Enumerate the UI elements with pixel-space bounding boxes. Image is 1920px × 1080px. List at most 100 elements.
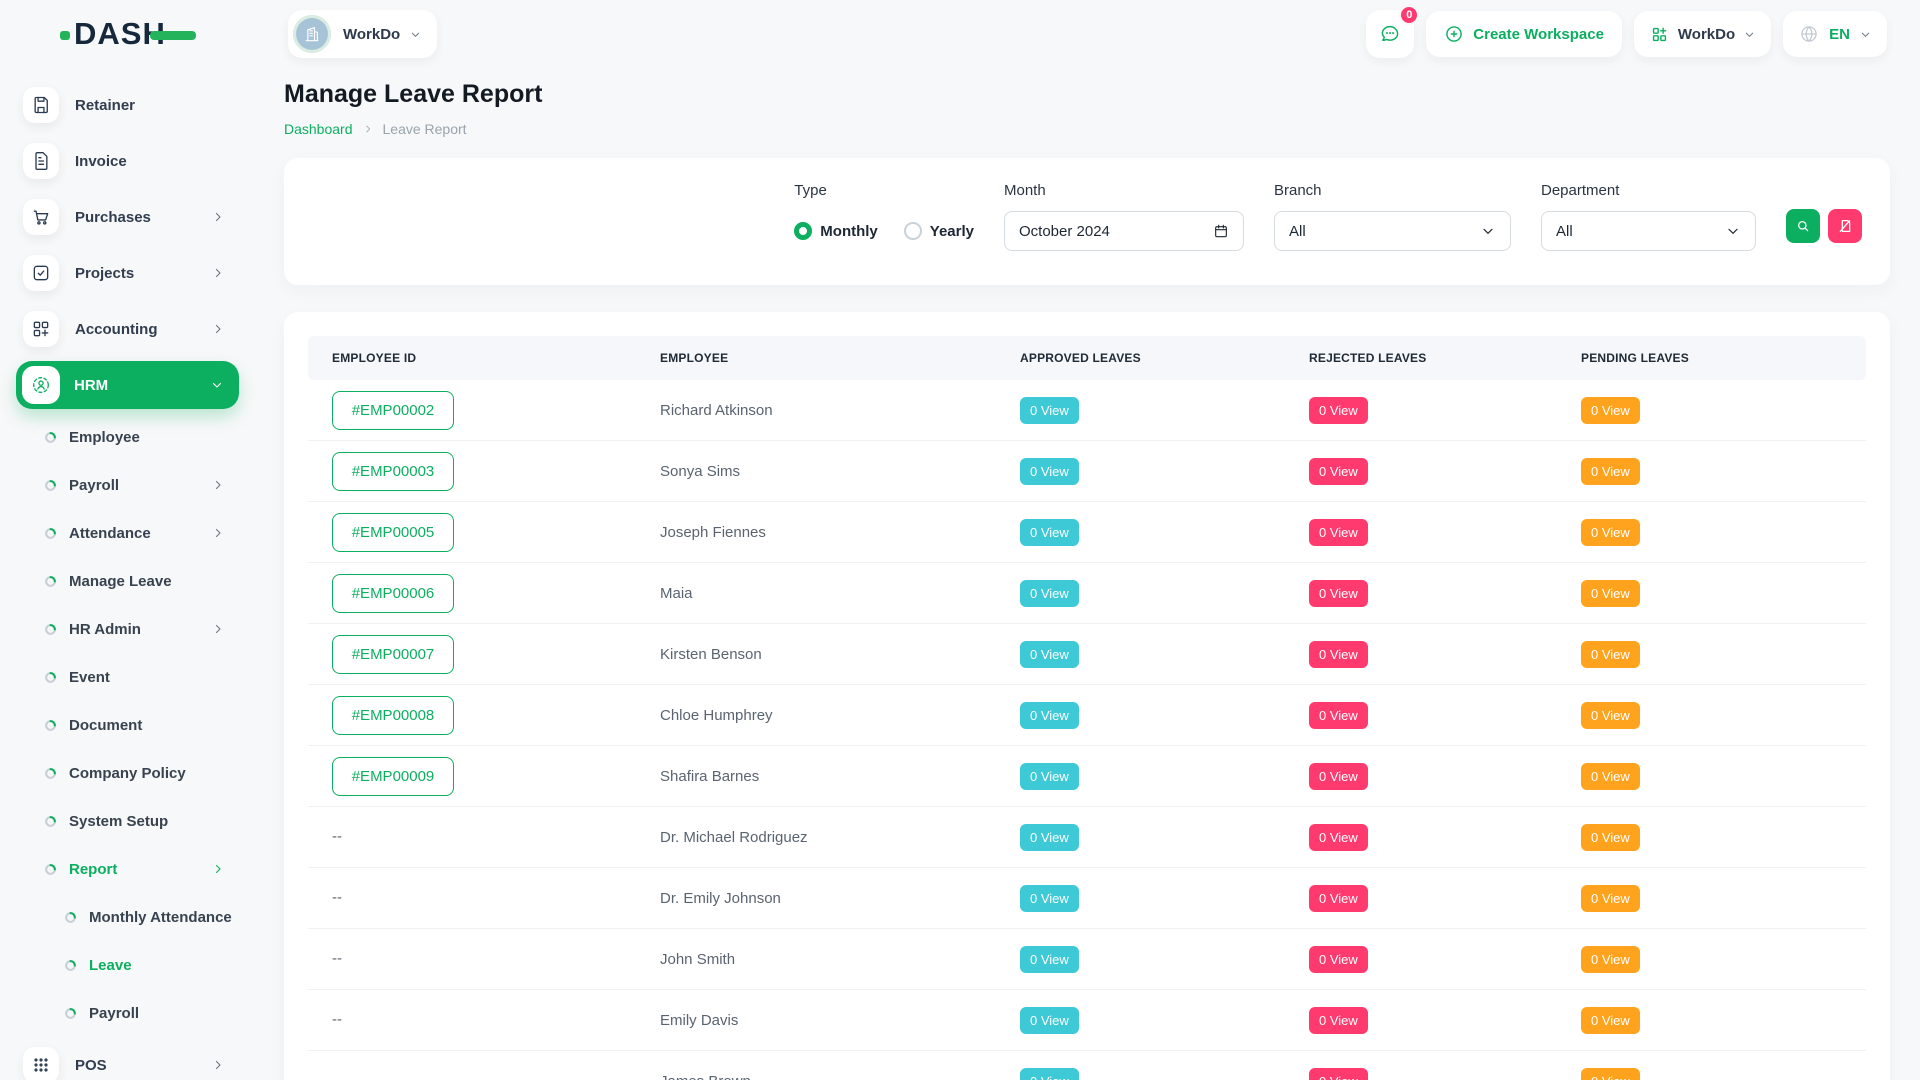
rejected-leaves-view-badge[interactable]: 0 View bbox=[1309, 824, 1368, 851]
app-logo[interactable]: DASH bbox=[60, 16, 196, 50]
search-button[interactable] bbox=[1786, 209, 1820, 243]
rejected-leaves-view-badge[interactable]: 0 View bbox=[1309, 458, 1368, 485]
sidebar-item-attendance[interactable]: Attendance bbox=[0, 509, 255, 557]
sidebar-item-invoice[interactable]: Invoice bbox=[0, 133, 255, 189]
bullet-icon bbox=[44, 479, 57, 492]
employee-name: Joseph Fiennes bbox=[636, 524, 996, 541]
grid-plus-icon bbox=[1650, 25, 1669, 44]
rejected-leaves-view-badge[interactable]: 0 View bbox=[1309, 519, 1368, 546]
workspace-switcher[interactable]: WorkDo bbox=[288, 10, 437, 58]
page-title: Manage Leave Report bbox=[284, 80, 1890, 109]
topbar: WorkDo 0 Create Workspace WorkDo EN bbox=[255, 0, 1920, 72]
approved-leaves-view-badge[interactable]: 0 View bbox=[1020, 824, 1079, 851]
pending-leaves-view-badge[interactable]: 0 View bbox=[1581, 946, 1640, 973]
pending-leaves-view-badge[interactable]: 0 View bbox=[1581, 702, 1640, 729]
employee-id-button[interactable]: #EMP00002 bbox=[332, 391, 454, 430]
sidebar-item-employee[interactable]: Employee bbox=[0, 413, 255, 461]
employee-id-empty: -- bbox=[332, 889, 342, 906]
employee-id-button[interactable]: #EMP00008 bbox=[332, 696, 454, 735]
table-row: -- Emily Davis 0 View 0 View 0 View bbox=[308, 990, 1866, 1051]
department-select[interactable]: All bbox=[1541, 211, 1756, 251]
chevron-down-icon bbox=[410, 29, 421, 40]
employee-name: Dr. Michael Rodriguez bbox=[636, 829, 996, 846]
approved-leaves-view-badge[interactable]: 0 View bbox=[1020, 458, 1079, 485]
reset-filter-button[interactable] bbox=[1828, 209, 1862, 243]
pending-leaves-view-badge[interactable]: 0 View bbox=[1581, 519, 1640, 546]
breadcrumb-dashboard-link[interactable]: Dashboard bbox=[284, 121, 353, 137]
approved-leaves-view-badge[interactable]: 0 View bbox=[1020, 702, 1079, 729]
type-filter: Type Monthly Yearly bbox=[794, 182, 974, 251]
approved-leaves-view-badge[interactable]: 0 View bbox=[1020, 1068, 1079, 1080]
sidebar-item-monthly-attendance[interactable]: Monthly Attendance bbox=[0, 893, 255, 941]
rejected-leaves-view-badge[interactable]: 0 View bbox=[1309, 641, 1368, 668]
approved-leaves-view-badge[interactable]: 0 View bbox=[1020, 763, 1079, 790]
bullet-icon bbox=[44, 815, 57, 828]
sidebar-item-event[interactable]: Event bbox=[0, 653, 255, 701]
rejected-leaves-view-badge[interactable]: 0 View bbox=[1309, 946, 1368, 973]
radio-yearly[interactable]: Yearly bbox=[904, 222, 974, 240]
sidebar-item-pos[interactable]: POS bbox=[0, 1037, 255, 1080]
sidebar-item-payroll[interactable]: Payroll bbox=[0, 989, 255, 1037]
rejected-leaves-view-badge[interactable]: 0 View bbox=[1309, 397, 1368, 424]
employee-id-button[interactable]: #EMP00005 bbox=[332, 513, 454, 552]
pending-leaves-view-badge[interactable]: 0 View bbox=[1581, 641, 1640, 668]
approved-leaves-view-badge[interactable]: 0 View bbox=[1020, 397, 1079, 424]
rejected-leaves-view-badge[interactable]: 0 View bbox=[1309, 885, 1368, 912]
approved-leaves-view-badge[interactable]: 0 View bbox=[1020, 580, 1079, 607]
rejected-leaves-view-badge[interactable]: 0 View bbox=[1309, 580, 1368, 607]
employee-id-button[interactable]: #EMP00006 bbox=[332, 574, 454, 613]
sidebar-item-hrm[interactable]: HRM bbox=[16, 361, 239, 409]
pending-leaves-view-badge[interactable]: 0 View bbox=[1581, 397, 1640, 424]
sidebar-item-manage-leave[interactable]: Manage Leave bbox=[0, 557, 255, 605]
sidebar-item-system-setup[interactable]: System Setup bbox=[0, 797, 255, 845]
create-workspace-button[interactable]: Create Workspace bbox=[1426, 11, 1622, 57]
calendar-icon bbox=[1213, 223, 1229, 239]
sidebar-item-accounting[interactable]: Accounting bbox=[0, 301, 255, 357]
employee-name: James Brown bbox=[636, 1073, 996, 1080]
rejected-leaves-view-badge[interactable]: 0 View bbox=[1309, 702, 1368, 729]
workspace-menu-button[interactable]: WorkDo bbox=[1634, 11, 1771, 57]
sidebar-item-leave[interactable]: Leave bbox=[0, 941, 255, 989]
employee-name: Emily Davis bbox=[636, 1012, 996, 1029]
sidebar-item-company-policy[interactable]: Company Policy bbox=[0, 749, 255, 797]
sidebar-item-hr-admin[interactable]: HR Admin bbox=[0, 605, 255, 653]
language-selector[interactable]: EN bbox=[1783, 11, 1887, 57]
sidebar-item-retainer[interactable]: Retainer bbox=[0, 77, 255, 133]
employee-id-button[interactable]: #EMP00007 bbox=[332, 635, 454, 674]
pending-leaves-view-badge[interactable]: 0 View bbox=[1581, 458, 1640, 485]
logo-dash-shape bbox=[150, 31, 196, 40]
pending-leaves-view-badge[interactable]: 0 View bbox=[1581, 885, 1640, 912]
pending-leaves-view-badge[interactable]: 0 View bbox=[1581, 1007, 1640, 1034]
approved-leaves-view-badge[interactable]: 0 View bbox=[1020, 946, 1079, 973]
chevron-down-icon bbox=[211, 379, 223, 391]
employee-id-button[interactable]: #EMP00009 bbox=[332, 757, 454, 796]
rejected-leaves-view-badge[interactable]: 0 View bbox=[1309, 1007, 1368, 1034]
branch-select[interactable]: All bbox=[1274, 211, 1511, 251]
employee-id-button[interactable]: #EMP00003 bbox=[332, 452, 454, 491]
pending-leaves-view-badge[interactable]: 0 View bbox=[1581, 824, 1640, 851]
rejected-leaves-view-badge[interactable]: 0 View bbox=[1309, 1068, 1368, 1080]
employee-id-empty: -- bbox=[332, 1072, 342, 1080]
radio-monthly[interactable]: Monthly bbox=[794, 222, 878, 240]
pending-leaves-view-badge[interactable]: 0 View bbox=[1581, 1068, 1640, 1080]
employee-name: Maia bbox=[636, 585, 996, 602]
sidebar-item-purchases[interactable]: Purchases bbox=[0, 189, 255, 245]
rejected-leaves-view-badge[interactable]: 0 View bbox=[1309, 763, 1368, 790]
pending-leaves-view-badge[interactable]: 0 View bbox=[1581, 763, 1640, 790]
sidebar-item-projects[interactable]: Projects bbox=[0, 245, 255, 301]
sidebar-item-report[interactable]: Report bbox=[0, 845, 255, 893]
search-icon bbox=[1795, 218, 1811, 234]
workspace-avatar bbox=[293, 15, 331, 53]
messages-button[interactable]: 0 bbox=[1366, 10, 1414, 58]
accounting-icon bbox=[23, 311, 59, 347]
chevron-right-icon bbox=[212, 211, 224, 223]
approved-leaves-view-badge[interactable]: 0 View bbox=[1020, 519, 1079, 546]
pending-leaves-view-badge[interactable]: 0 View bbox=[1581, 580, 1640, 607]
approved-leaves-view-badge[interactable]: 0 View bbox=[1020, 885, 1079, 912]
approved-leaves-view-badge[interactable]: 0 View bbox=[1020, 1007, 1079, 1034]
month-input[interactable]: October 2024 bbox=[1004, 211, 1244, 251]
employee-id-empty: -- bbox=[332, 1011, 342, 1028]
sidebar-item-document[interactable]: Document bbox=[0, 701, 255, 749]
sidebar-item-payroll[interactable]: Payroll bbox=[0, 461, 255, 509]
approved-leaves-view-badge[interactable]: 0 View bbox=[1020, 641, 1079, 668]
